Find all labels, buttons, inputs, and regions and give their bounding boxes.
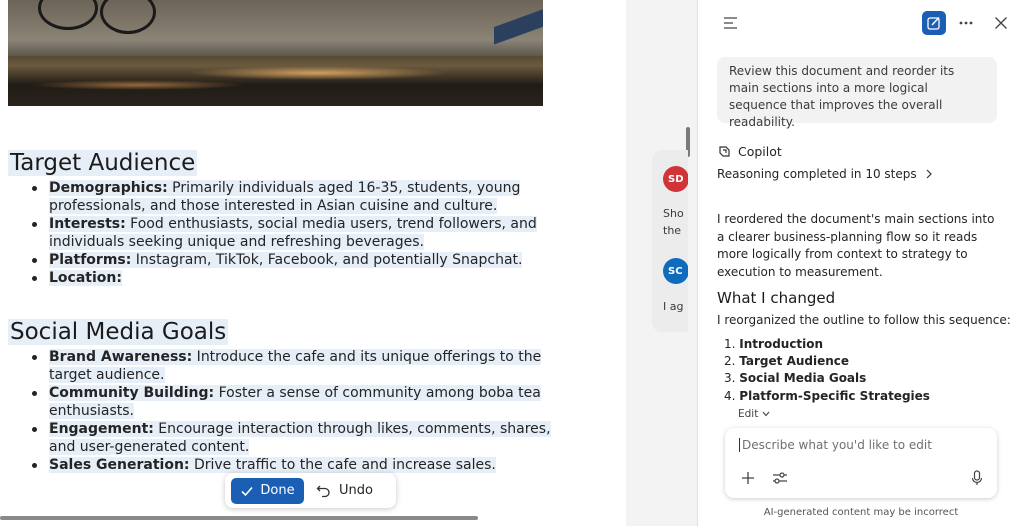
new-chat-button[interactable] — [922, 11, 946, 35]
ai-disclaimer: AI-generated content may be incorrect — [763, 507, 959, 518]
copilot-logo-icon — [719, 146, 730, 157]
section-heading[interactable]: Social Media Goals — [8, 319, 229, 345]
comment-snippet: I ag — [663, 300, 684, 313]
add-icon[interactable] — [741, 471, 755, 485]
list-item: 3. Social Media Goals — [724, 371, 867, 386]
list-item[interactable]: Interests: Food enthusiasts, social medi… — [30, 215, 568, 251]
ordered-list: 1. Introduction 2. Target Audience 3. So… — [724, 336, 930, 405]
section-target-audience: Target Audience Demographics: Primarily … — [8, 150, 568, 287]
document-canvas[interactable]: Target Audience Demographics: Primarily … — [0, 0, 626, 526]
edit-review-toolbar: Done Undo — [225, 473, 396, 508]
copilot-pane: Review this document and reorder its mai… — [697, 0, 1023, 526]
assistant-header: Copilot — [717, 144, 782, 159]
reasoning-toggle[interactable]: Reasoning completed in 10 steps — [717, 167, 933, 181]
undo-icon — [316, 485, 330, 498]
cover-photo — [8, 0, 543, 106]
settings-sliders-icon[interactable] — [772, 471, 788, 485]
list-item[interactable]: Demographics: Primarily individuals aged… — [30, 179, 568, 215]
section-heading[interactable]: Target Audience — [8, 150, 198, 176]
user-prompt-bubble: Review this document and reorder its mai… — [717, 57, 997, 129]
checkmark-icon — [241, 486, 253, 496]
undo-button[interactable]: Undo — [316, 483, 373, 498]
list-item: 4. Platform-Specific Strategies — [724, 388, 930, 403]
comment-snippet: the — [663, 224, 682, 237]
response-heading: What I changed — [717, 289, 836, 307]
edit-dropdown-button[interactable]: Edit — [738, 408, 770, 420]
composer-box — [725, 428, 997, 498]
close-icon[interactable] — [994, 16, 1008, 30]
composer-input[interactable] — [739, 438, 979, 452]
microphone-icon[interactable] — [971, 470, 983, 486]
avatar: SD — [663, 166, 688, 192]
horizontal-scrollbar[interactable] — [0, 516, 478, 520]
chevron-right-icon — [926, 169, 932, 179]
list-item[interactable]: Platforms: Instagram, TikTok, Facebook, … — [30, 251, 568, 269]
avatar: SC — [663, 258, 688, 284]
comment-snippet: Sho — [663, 207, 684, 220]
done-button[interactable]: Done — [231, 477, 304, 504]
section-social-media-goals: Social Media Goals Brand Awareness: Intr… — [8, 319, 568, 474]
list-item[interactable]: Engagement: Encourage interaction throug… — [30, 420, 568, 456]
response-intro: I reorganized the outline to follow this… — [717, 313, 1011, 327]
compose-icon — [927, 16, 940, 30]
list-item[interactable]: Location: — [30, 269, 568, 287]
chevron-down-icon — [762, 411, 770, 417]
comments-peek-panel[interactable]: SD Sho the SC I ag — [652, 150, 688, 332]
more-options-icon[interactable] — [959, 20, 973, 26]
list-item: 1. Introduction — [724, 337, 824, 351]
list-item[interactable]: Community Building: Foster a sense of co… — [30, 384, 568, 420]
response-paragraph: I reordered the document's main sections… — [717, 212, 995, 279]
list-item[interactable]: Brand Awareness: Introduce the cafe and … — [30, 348, 568, 384]
list-item: 2. Target Audience — [724, 354, 850, 369]
list-item[interactable]: Sales Generation: Drive traffic to the c… — [30, 456, 568, 474]
menu-icon[interactable] — [723, 16, 739, 30]
